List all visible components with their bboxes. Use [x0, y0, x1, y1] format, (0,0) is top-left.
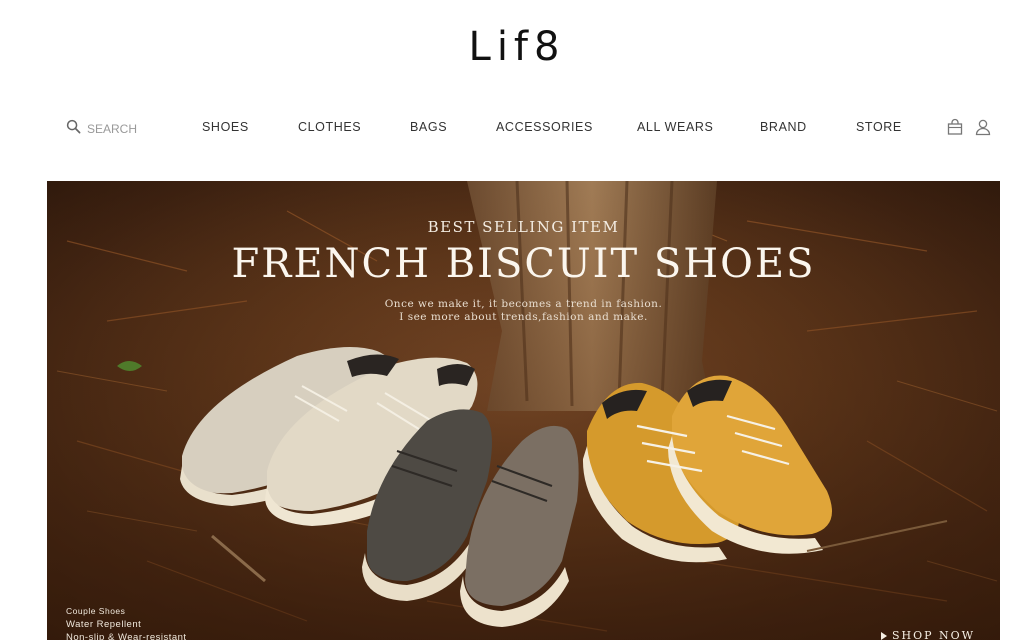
hero-headline: FRENCH BISCUIT SHOES	[231, 241, 816, 287]
main-nav: SHOES CLOTHES BAGS ACCESSORIES ALL WEARS…	[0, 112, 1034, 142]
shop-now-label: SHOP NOW	[892, 629, 975, 640]
play-arrow-icon	[881, 631, 887, 640]
nav-item-accessories[interactable]: ACCESSORIES	[496, 120, 593, 134]
hero-eyebrow: BEST SELLING ITEM	[427, 218, 620, 236]
hero-banner[interactable]: BEST SELLING ITEM FRENCH BISCUIT SHOES O…	[47, 181, 1000, 640]
nav-item-brand[interactable]: BRAND	[760, 120, 807, 134]
user-icon[interactable]	[974, 118, 992, 136]
hero-tagline-line2: I see more about trends,fashion and make…	[399, 311, 648, 323]
features-heading: Couple Shoes	[66, 606, 126, 616]
hero-features: Couple Shoes Water Repellent Non-slip & …	[66, 605, 187, 640]
search-icon[interactable]	[66, 119, 81, 139]
nav-item-bags[interactable]: BAGS	[410, 120, 447, 134]
nav-item-store[interactable]: STORE	[856, 120, 902, 134]
nav-item-clothes[interactable]: CLOTHES	[298, 120, 361, 134]
brand-logo[interactable]: Lif8	[0, 24, 1034, 70]
search-bar[interactable]	[66, 119, 177, 139]
search-input[interactable]	[87, 122, 177, 136]
nav-item-all-wears[interactable]: ALL WEARS	[637, 120, 714, 134]
shopping-bag-icon[interactable]	[946, 118, 964, 136]
feature-item: Non-slip & Wear-resistant	[66, 632, 187, 640]
hero-tagline-line1: Once we make it, it becomes a trend in f…	[384, 298, 663, 310]
feature-item: Water Repellent	[66, 619, 142, 630]
shop-now-button[interactable]: SHOP NOW	[881, 629, 975, 640]
nav-item-shoes[interactable]: SHOES	[202, 120, 249, 134]
